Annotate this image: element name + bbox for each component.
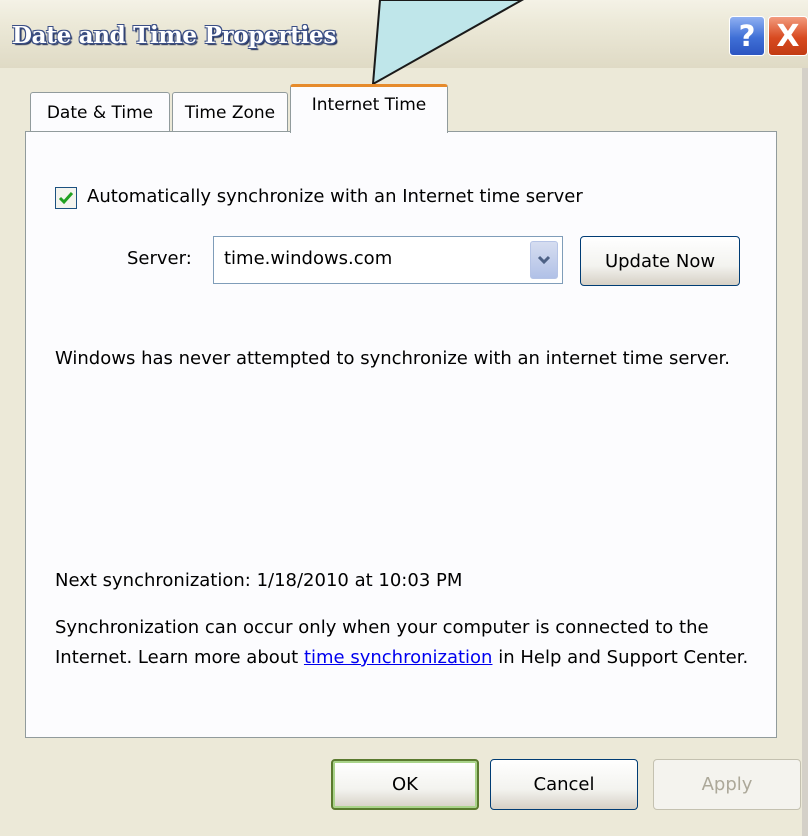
close-button[interactable]: X <box>768 16 808 56</box>
window-title: Date and Time Properties <box>12 22 336 49</box>
window-border <box>802 68 808 836</box>
server-label: Server: <box>127 248 192 269</box>
cancel-button[interactable]: Cancel <box>490 759 638 810</box>
time-sync-link[interactable]: time synchronization <box>304 647 493 668</box>
tab-time-zone[interactable]: Time Zone <box>172 92 288 132</box>
dialog-window: Date and Time Properties ? X Date & Time… <box>0 0 808 836</box>
help-icon: ? <box>738 19 756 53</box>
server-dropdown-button[interactable] <box>530 241 558 279</box>
tab-label: Internet Time <box>311 95 427 115</box>
ok-button[interactable]: OK <box>331 759 479 810</box>
ok-label: OK <box>392 774 418 795</box>
close-icon: X <box>776 18 800 54</box>
sync-info-suffix: in Help and Support Center. <box>492 647 749 668</box>
status-message: Windows has never attempted to synchroni… <box>55 348 730 369</box>
help-button[interactable]: ? <box>729 16 765 56</box>
tab-label: Date & Time <box>46 102 154 123</box>
tab-label: Time Zone <box>184 102 276 123</box>
sync-info-text: Synchronization can occur only when your… <box>55 613 755 673</box>
update-now-button[interactable]: Update Now <box>580 236 740 286</box>
apply-label: Apply <box>701 774 753 795</box>
next-sync-text: Next synchronization: 1/18/2010 at 10:03… <box>55 570 463 591</box>
tab-internet-time[interactable]: Internet Time <box>290 84 448 133</box>
chevron-down-icon <box>537 255 551 265</box>
apply-button[interactable]: Apply <box>653 759 801 810</box>
tab-date-time[interactable]: Date & Time <box>30 92 170 132</box>
server-value: time.windows.com <box>224 248 393 269</box>
cancel-label: Cancel <box>533 774 595 795</box>
auto-sync-checkbox[interactable] <box>55 187 77 209</box>
auto-sync-label[interactable]: Automatically synchronize with an Intern… <box>87 186 583 207</box>
callout-pointer <box>371 0 525 86</box>
checkmark-icon <box>58 192 74 205</box>
update-now-label: Update Now <box>604 250 716 272</box>
server-combobox[interactable]: time.windows.com <box>213 236 563 284</box>
